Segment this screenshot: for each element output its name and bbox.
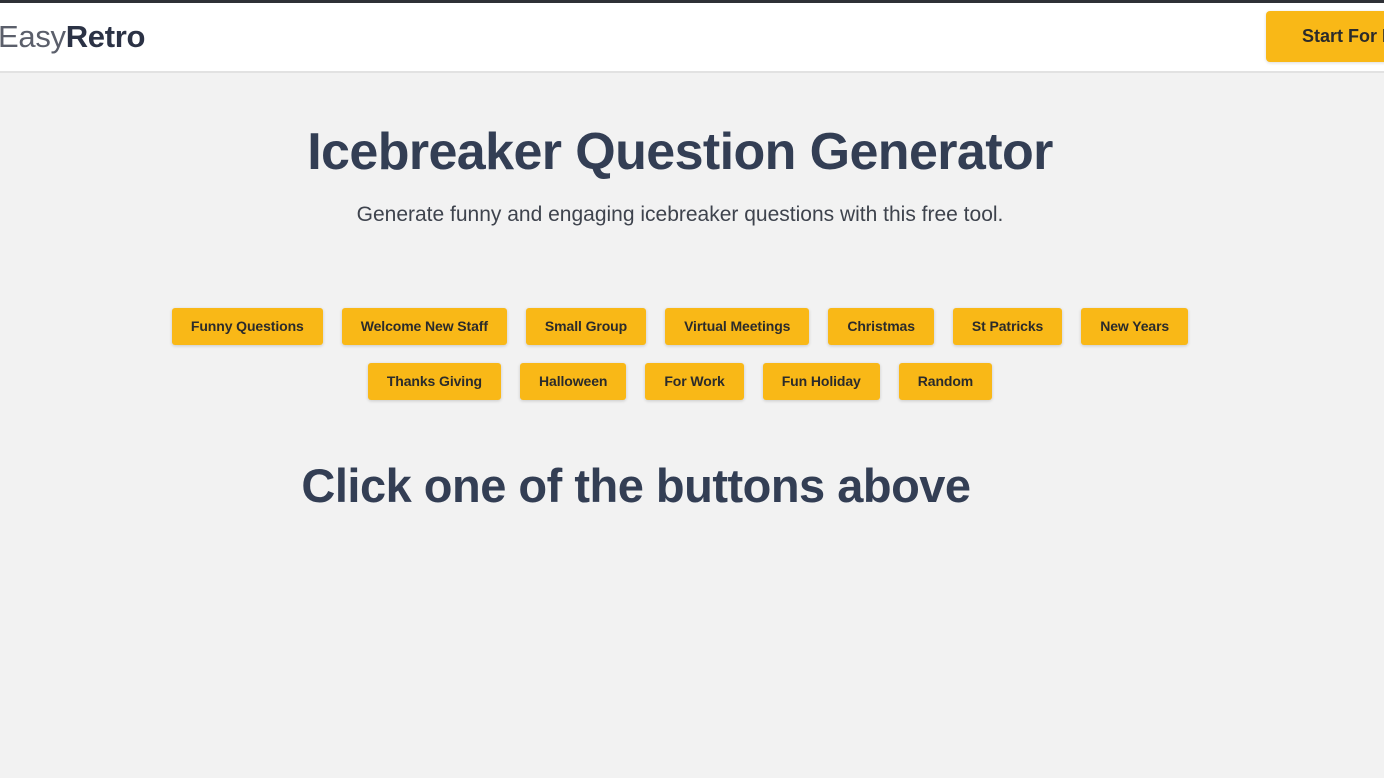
category-button-for-work[interactable]: For Work bbox=[645, 363, 744, 400]
brand-logo[interactable]: EasyRetro bbox=[0, 17, 145, 57]
site-header: EasyRetro Start For Free bbox=[0, 3, 1384, 73]
brand-logo-bold-word: Retro bbox=[65, 19, 146, 54]
category-button-fun-holiday[interactable]: Fun Holiday bbox=[762, 363, 880, 400]
category-button-random[interactable]: Random bbox=[898, 363, 993, 400]
category-button-grid: Funny Questions Welcome New Staff Small … bbox=[0, 308, 1360, 400]
category-button-christmas[interactable]: Christmas bbox=[828, 308, 934, 345]
category-button-row-2: Thanks Giving Halloween For Work Fun Hol… bbox=[0, 363, 1360, 400]
browser-chrome-edge bbox=[0, 0, 1384, 3]
category-button-row-1: Funny Questions Welcome New Staff Small … bbox=[0, 308, 1360, 345]
category-button-st-patricks[interactable]: St Patricks bbox=[952, 308, 1063, 345]
category-button-halloween[interactable]: Halloween bbox=[520, 363, 627, 400]
page-subtitle: Generate funny and engaging icebreaker q… bbox=[356, 203, 1004, 226]
category-button-virtual-meetings[interactable]: Virtual Meetings bbox=[665, 308, 810, 345]
category-button-new-years[interactable]: New Years bbox=[1081, 308, 1189, 345]
brand-logo-light-word: Easy bbox=[0, 19, 66, 54]
category-button-welcome-new-staff[interactable]: Welcome New Staff bbox=[341, 308, 507, 345]
category-button-funny-questions[interactable]: Funny Questions bbox=[171, 308, 323, 345]
result-heading: Click one of the buttons above bbox=[301, 459, 971, 512]
category-button-small-group[interactable]: Small Group bbox=[525, 308, 647, 345]
question-result-area bbox=[0, 530, 1384, 778]
main-content: Icebreaker Question Generator Generate f… bbox=[0, 75, 1384, 778]
page-title: Icebreaker Question Generator bbox=[307, 123, 1053, 181]
start-for-free-button[interactable]: Start For Free bbox=[1266, 11, 1384, 62]
category-button-thanks-giving[interactable]: Thanks Giving bbox=[367, 363, 501, 400]
